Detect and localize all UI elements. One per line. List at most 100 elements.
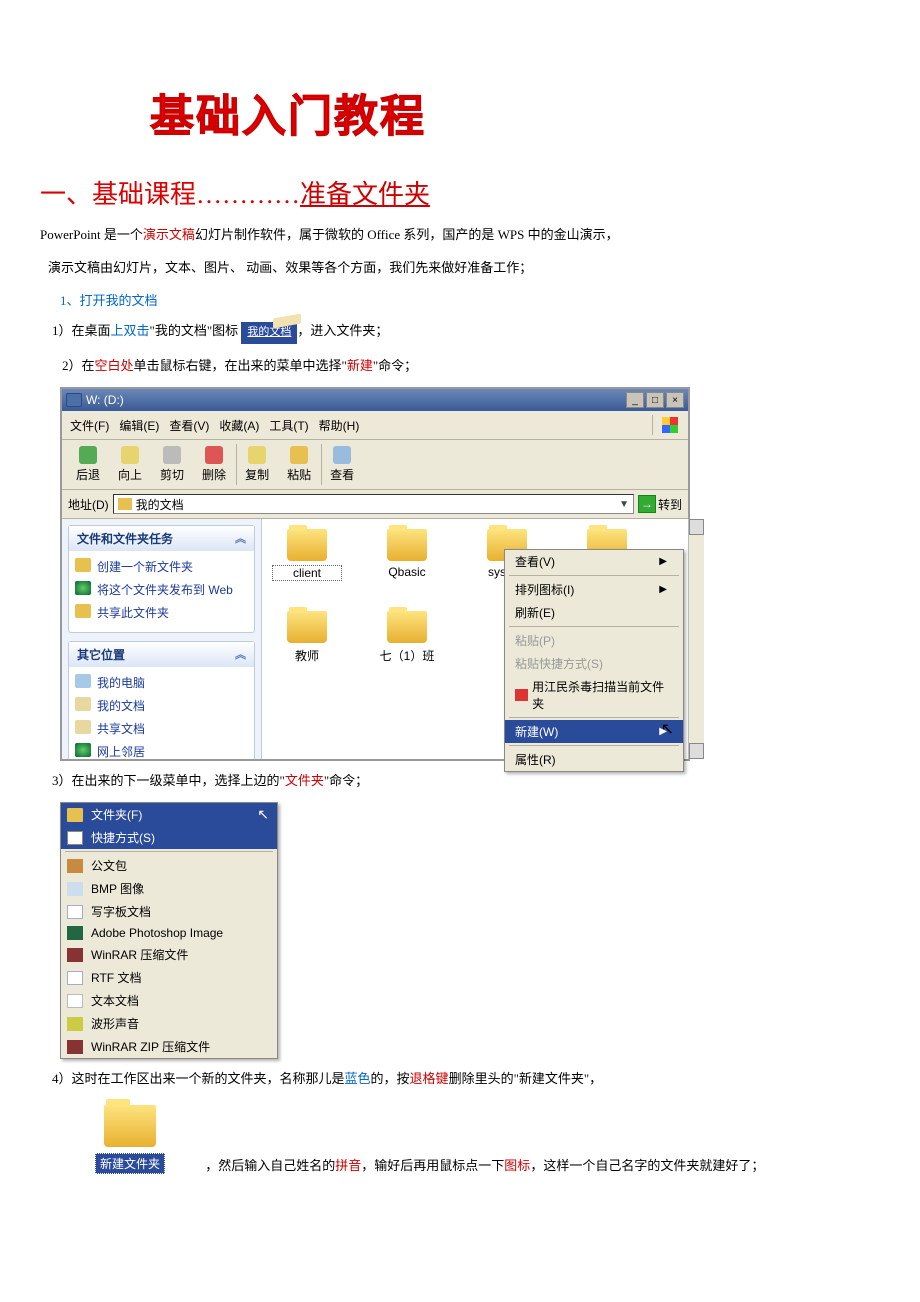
sidebar-item[interactable]: 网上邻居: [75, 740, 248, 759]
sidebar-item[interactable]: 我的文档: [75, 694, 248, 717]
maximize-button[interactable]: □: [646, 392, 664, 408]
go-button[interactable]: → 转到: [638, 495, 682, 513]
submenu-label: WinRAR ZIP 压缩文件: [91, 1038, 210, 1055]
ic-cut-icon: [163, 446, 181, 464]
folder-item[interactable]: 七（1）班: [372, 611, 442, 664]
menu-edit[interactable]: 编辑(E): [119, 417, 159, 434]
sidebar-item[interactable]: 我的电脑: [75, 671, 248, 694]
toolbar-label: 粘贴: [287, 466, 311, 483]
toolbar-向上[interactable]: 向上: [110, 444, 150, 485]
scroll-down-button[interactable]: [689, 743, 704, 759]
submenu-item[interactable]: BMP 图像: [61, 877, 277, 900]
menu-item-label: 查看(V): [515, 553, 555, 570]
submenu-label: 写字板文档: [91, 903, 151, 920]
explorer-sidebar: 文件和文件夹任务︽ 创建一个新文件夹将这个文件夹发布到 Web 共享此文件夹 其它…: [62, 519, 262, 759]
submenu-item[interactable]: 公文包: [61, 854, 277, 877]
ps-icon: [67, 926, 83, 940]
context-menu-item[interactable]: 属性(R): [505, 748, 683, 771]
submenu-item[interactable]: 写字板文档: [61, 900, 277, 923]
globe-icon: [75, 743, 91, 757]
close-button[interactable]: ×: [666, 392, 684, 408]
context-menu-item[interactable]: 用江民杀毒扫描当前文件夹: [505, 675, 683, 715]
toolbar-剪切[interactable]: 剪切: [152, 444, 192, 485]
minimize-button[interactable]: _: [626, 392, 644, 408]
ic-view-icon: [333, 446, 351, 464]
sidebar-item-label: 将这个文件夹发布到 Web: [97, 581, 233, 598]
menu-item-label: 属性(R): [515, 751, 556, 768]
submenu-item[interactable]: Adobe Photoshop Image: [61, 923, 277, 943]
section-prefix: 一、基础课程…………: [40, 180, 300, 209]
context-menu-item[interactable]: 查看(V) ▶: [505, 550, 683, 573]
my-documents-icon: 我的文档: [241, 320, 297, 344]
sidebar-item-label: 共享此文件夹: [97, 604, 169, 621]
explorer-addressbar: 地址(D) 我的文档 ▼ → 转到: [62, 490, 688, 519]
scroll-up-button[interactable]: [689, 519, 704, 535]
cursor-icon: ↖: [661, 719, 674, 739]
submenu-label: 公文包: [91, 857, 127, 874]
submenu-item[interactable]: 文本文档: [61, 989, 277, 1012]
new-folder-label[interactable]: 新建文件夹: [95, 1153, 165, 1174]
menu-view[interactable]: 查看(V): [169, 417, 209, 434]
cursor-icon: ↖: [257, 806, 269, 823]
explorer-menubar: 文件(F) 编辑(E) 查看(V) 收藏(A) 工具(T) 帮助(H): [62, 411, 688, 440]
sidebar-item[interactable]: 共享文档: [75, 717, 248, 740]
submenu-label: RTF 文档: [91, 969, 141, 986]
submenu-item[interactable]: WinRAR ZIP 压缩文件: [61, 1035, 277, 1058]
vertical-scrollbar[interactable]: [688, 519, 704, 759]
folder-item[interactable]: Qbasic: [372, 529, 442, 581]
menu-item-label: 用江民杀毒扫描当前文件夹: [532, 678, 667, 712]
folder-icon: [287, 529, 327, 561]
context-menu-item: 粘贴(P): [505, 629, 683, 652]
explorer-titlebar[interactable]: W: (D:) _ □ ×: [62, 389, 688, 411]
submenu-label: Adobe Photoshop Image: [91, 926, 223, 940]
submenu-item[interactable]: 波形声音: [61, 1012, 277, 1035]
dropdown-icon[interactable]: ▼: [619, 499, 629, 510]
context-menu-item[interactable]: 新建(W)▶: [505, 720, 683, 743]
address-input[interactable]: 我的文档 ▼: [113, 494, 634, 514]
chevron-up-icon: ︽: [235, 530, 246, 547]
submenu-item[interactable]: 文件夹(F)↖: [61, 803, 277, 826]
folder-icon: [387, 529, 427, 561]
menu-favorites[interactable]: 收藏(A): [219, 417, 259, 434]
menu-file[interactable]: 文件(F): [70, 417, 109, 434]
submenu-label: BMP 图像: [91, 880, 144, 897]
submenu-item[interactable]: 快捷方式(S): [61, 826, 277, 849]
step-3: 3）在出来的下一级菜单中，选择上边的"文件夹"命令；: [52, 769, 880, 792]
sidebar-item[interactable]: 将这个文件夹发布到 Web: [75, 578, 248, 601]
folder-label: 教师: [272, 647, 342, 664]
toolbar-复制[interactable]: 复制: [236, 444, 277, 485]
toolbar-后退[interactable]: 后退: [68, 444, 108, 485]
address-label: 地址(D): [68, 496, 109, 513]
toolbar-label: 向上: [118, 466, 142, 483]
toolbar-label: 删除: [202, 466, 226, 483]
context-menu-item[interactable]: 刷新(E): [505, 601, 683, 624]
sidebar-item[interactable]: 共享此文件夹: [75, 601, 248, 624]
explorer-content[interactable]: clientQbasicsystemTemp教师七（1）班 查看(V)▶排列图标…: [262, 519, 688, 759]
menu-tools[interactable]: 工具(T): [269, 417, 308, 434]
ic-up-icon: [121, 446, 139, 464]
submenu-item[interactable]: RTF 文档: [61, 966, 277, 989]
chevron-up-icon: ︽: [235, 646, 246, 663]
menu-help[interactable]: 帮助(H): [319, 417, 360, 434]
folder-item[interactable]: 教师: [272, 611, 342, 664]
context-menu-item[interactable]: 排列图标(I)▶: [505, 578, 683, 601]
menu-item-label: 粘贴快捷方式(S): [515, 655, 603, 672]
toolbar-查看[interactable]: 查看: [321, 444, 362, 485]
fold-icon: [75, 558, 91, 572]
toolbar-删除[interactable]: 删除: [194, 444, 234, 485]
new-folder-preview: 新建文件夹: [70, 1105, 190, 1174]
folder-item[interactable]: client: [272, 529, 342, 581]
zip-icon: [67, 1040, 83, 1054]
window-title: W: (D:): [86, 393, 124, 407]
intro-paragraph-2: 演示文稿由幻灯片，文本、图片、 动画、效果等各个方面，我们先来做好准备工作；: [48, 256, 880, 279]
submenu-arrow-icon: ▶: [659, 556, 667, 567]
menu-item-label: 刷新(E): [515, 604, 555, 621]
places-panel-header[interactable]: 其它位置︽: [69, 642, 254, 667]
toolbar-粘贴[interactable]: 粘贴: [279, 444, 319, 485]
submenu-item[interactable]: WinRAR 压缩文件: [61, 943, 277, 966]
tasks-panel-header[interactable]: 文件和文件夹任务︽: [69, 526, 254, 551]
sidebar-item[interactable]: 创建一个新文件夹: [75, 555, 248, 578]
subsection-title: 1、打开我的文档: [60, 290, 880, 309]
sidebar-item-label: 我的电脑: [97, 674, 145, 691]
step-4-cont: ，然后输入自己姓名的拼音，输好后再用鼠标点一下图标，这样一个自己名字的文件夹就建…: [205, 1158, 764, 1173]
